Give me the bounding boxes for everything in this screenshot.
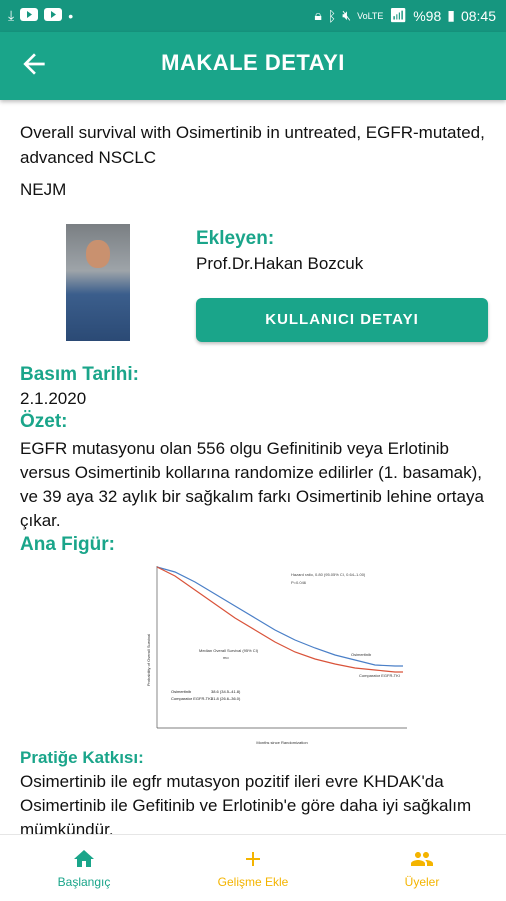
median-title: Median Overall Survival (95% CI)	[199, 648, 259, 653]
nav-home[interactable]: Başlangıç	[0, 835, 168, 901]
lock-icon: 🔒︎	[314, 7, 322, 23]
main-figure[interactable]: Probability of Overall Survival Months s…	[145, 560, 415, 748]
home-icon	[74, 850, 94, 867]
comparator-median: 31.8 (26.6–36.0)	[211, 696, 241, 701]
nav-add-label: Gelişme Ekle	[217, 875, 289, 889]
author-label: Ekleyen:	[196, 228, 275, 249]
nav-home-label: Başlangıç	[57, 875, 111, 889]
hazard-text: Hazard ratio, 0.80 (95.05% CI, 0.64–1.00…	[291, 572, 366, 577]
status-bar: ⤓ • 🔒︎ ᛒ 🔇︎ VoLTE 📶︎ %98 ▮ 08:45	[0, 0, 506, 32]
comparator-label: Comparator EGFR-TKI	[171, 696, 212, 701]
dot-icon: •	[68, 7, 74, 24]
network-type: VoLTE	[357, 10, 384, 21]
wifi-icon: 📶︎	[389, 7, 408, 23]
youtube-icon	[20, 7, 39, 24]
mute-icon: 🔇︎	[342, 7, 352, 23]
nav-members-label: Üyeler	[404, 875, 440, 889]
contribution-text: Osimertinib ile egfr mutasyon pozitif il…	[20, 772, 472, 834]
osimertinib-series-label: Osimertinib	[351, 652, 372, 657]
battery-icon: ▮	[447, 7, 455, 23]
group-icon	[411, 852, 433, 866]
x-axis-label: Months since Randomization	[256, 740, 307, 745]
publish-date: 2.1.2020	[20, 389, 87, 408]
osimertinib-median: 38.6 (34.5–41.8)	[211, 689, 241, 694]
app-bar: MAKALE DETAYI	[0, 32, 506, 100]
article-detail[interactable]: Overall survival with Osimertinib in unt…	[0, 100, 506, 834]
clock: 08:45	[460, 7, 496, 24]
article-source: NEJM	[20, 180, 67, 199]
summary-text: EGFR mutasyonu olan 556 olgu Gefinitinib…	[20, 439, 484, 530]
author-name: Prof.Dr.Hakan Bozcuk	[196, 254, 364, 273]
download-icon: ⤓	[8, 7, 15, 23]
bluetooth-icon: ᛒ	[327, 7, 337, 24]
battery-percent: %98	[413, 7, 442, 24]
user-detail-button[interactable]: KULLANICI DETAYI	[196, 298, 488, 342]
figure-label: Ana Figür:	[20, 534, 115, 555]
page-title: MAKALE DETAYI	[161, 50, 345, 75]
osimertinib-label: Osimertinib	[171, 689, 192, 694]
date-label: Basım Tarihi:	[20, 364, 139, 385]
summary-label: Özet:	[20, 411, 68, 432]
comparator-series-label: Comparator EGFR-TKI	[359, 673, 400, 678]
author-avatar	[66, 224, 130, 341]
nav-add-development[interactable]: Gelişme Ekle	[168, 835, 338, 901]
plus-icon	[246, 852, 260, 866]
bottom-navigation: Başlangıç Gelişme Ekle Üyeler	[0, 834, 506, 901]
youtube-icon-2	[44, 7, 63, 24]
p-value-text: P=0.046	[291, 580, 307, 585]
y-axis-label: Probability of Overall Survival	[146, 634, 151, 686]
contribution-label: Pratiğe Katkısı:	[20, 748, 144, 767]
median-unit: mo	[223, 655, 229, 660]
nav-members[interactable]: Üyeler	[338, 835, 506, 901]
article-title: Overall survival with Osimertinib in unt…	[20, 123, 485, 167]
